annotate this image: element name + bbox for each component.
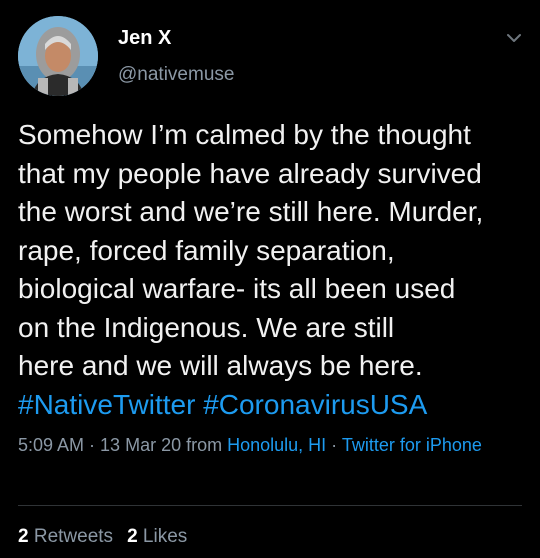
avatar-image [18, 16, 98, 96]
client-link[interactable]: Twitter for iPhone [342, 435, 482, 455]
author-handle[interactable]: @nativemuse [118, 64, 234, 86]
likes-count: 2 [127, 526, 138, 547]
hashtag-line: #NativeTwitter #CoronavirusUSA [18, 386, 528, 425]
tweet-text-line: rape, forced family separation, [18, 234, 395, 266]
tweet-text-line: on the Indigenous. We are still [18, 311, 395, 343]
tweet-text: Somehow I’m calmed by the thought that m… [18, 116, 528, 424]
avatar[interactable] [18, 16, 98, 96]
tweet-text-line: that my people have already survived [18, 157, 482, 189]
likes-label: Likes [142, 526, 188, 547]
from-label: from [181, 435, 228, 455]
hashtag-link[interactable]: #CoronavirusUSA [203, 389, 427, 420]
separator: · [84, 435, 101, 455]
tweet-time[interactable]: 5:09 AM [18, 435, 84, 455]
likes-stat[interactable]: 2 Likes [127, 526, 187, 547]
retweets-count: 2 [18, 526, 29, 547]
separator: · [326, 435, 342, 455]
location-link[interactable]: Honolulu, HI [227, 435, 326, 455]
divider [18, 505, 522, 506]
retweets-label: Retweets [33, 526, 114, 547]
tweet-text-line: here and we will always be here. [18, 350, 423, 381]
tweet-text-line: biological warfare- its all been used [18, 273, 456, 304]
tweet-meta: 5:09 AM · 13 Mar 20 from Honolulu, HI · … [18, 432, 523, 459]
tweet-text-line: the worst and we’re still here. Murder, [18, 196, 484, 227]
hashtag-link[interactable]: #NativeTwitter [18, 389, 195, 420]
tweet-card: Jen X @nativemuse Somehow I’m calmed by … [0, 0, 540, 558]
tweet-date[interactable]: 13 Mar 20 [100, 435, 181, 455]
tweet-stats: 2 Retweets 2 Likes [18, 526, 201, 548]
chevron-down-icon[interactable] [504, 28, 524, 48]
retweets-stat[interactable]: 2 Retweets [18, 526, 113, 547]
tweet-text-line: Somehow I’m calmed by the thought [18, 119, 471, 150]
author-display-name[interactable]: Jen X [118, 27, 171, 50]
